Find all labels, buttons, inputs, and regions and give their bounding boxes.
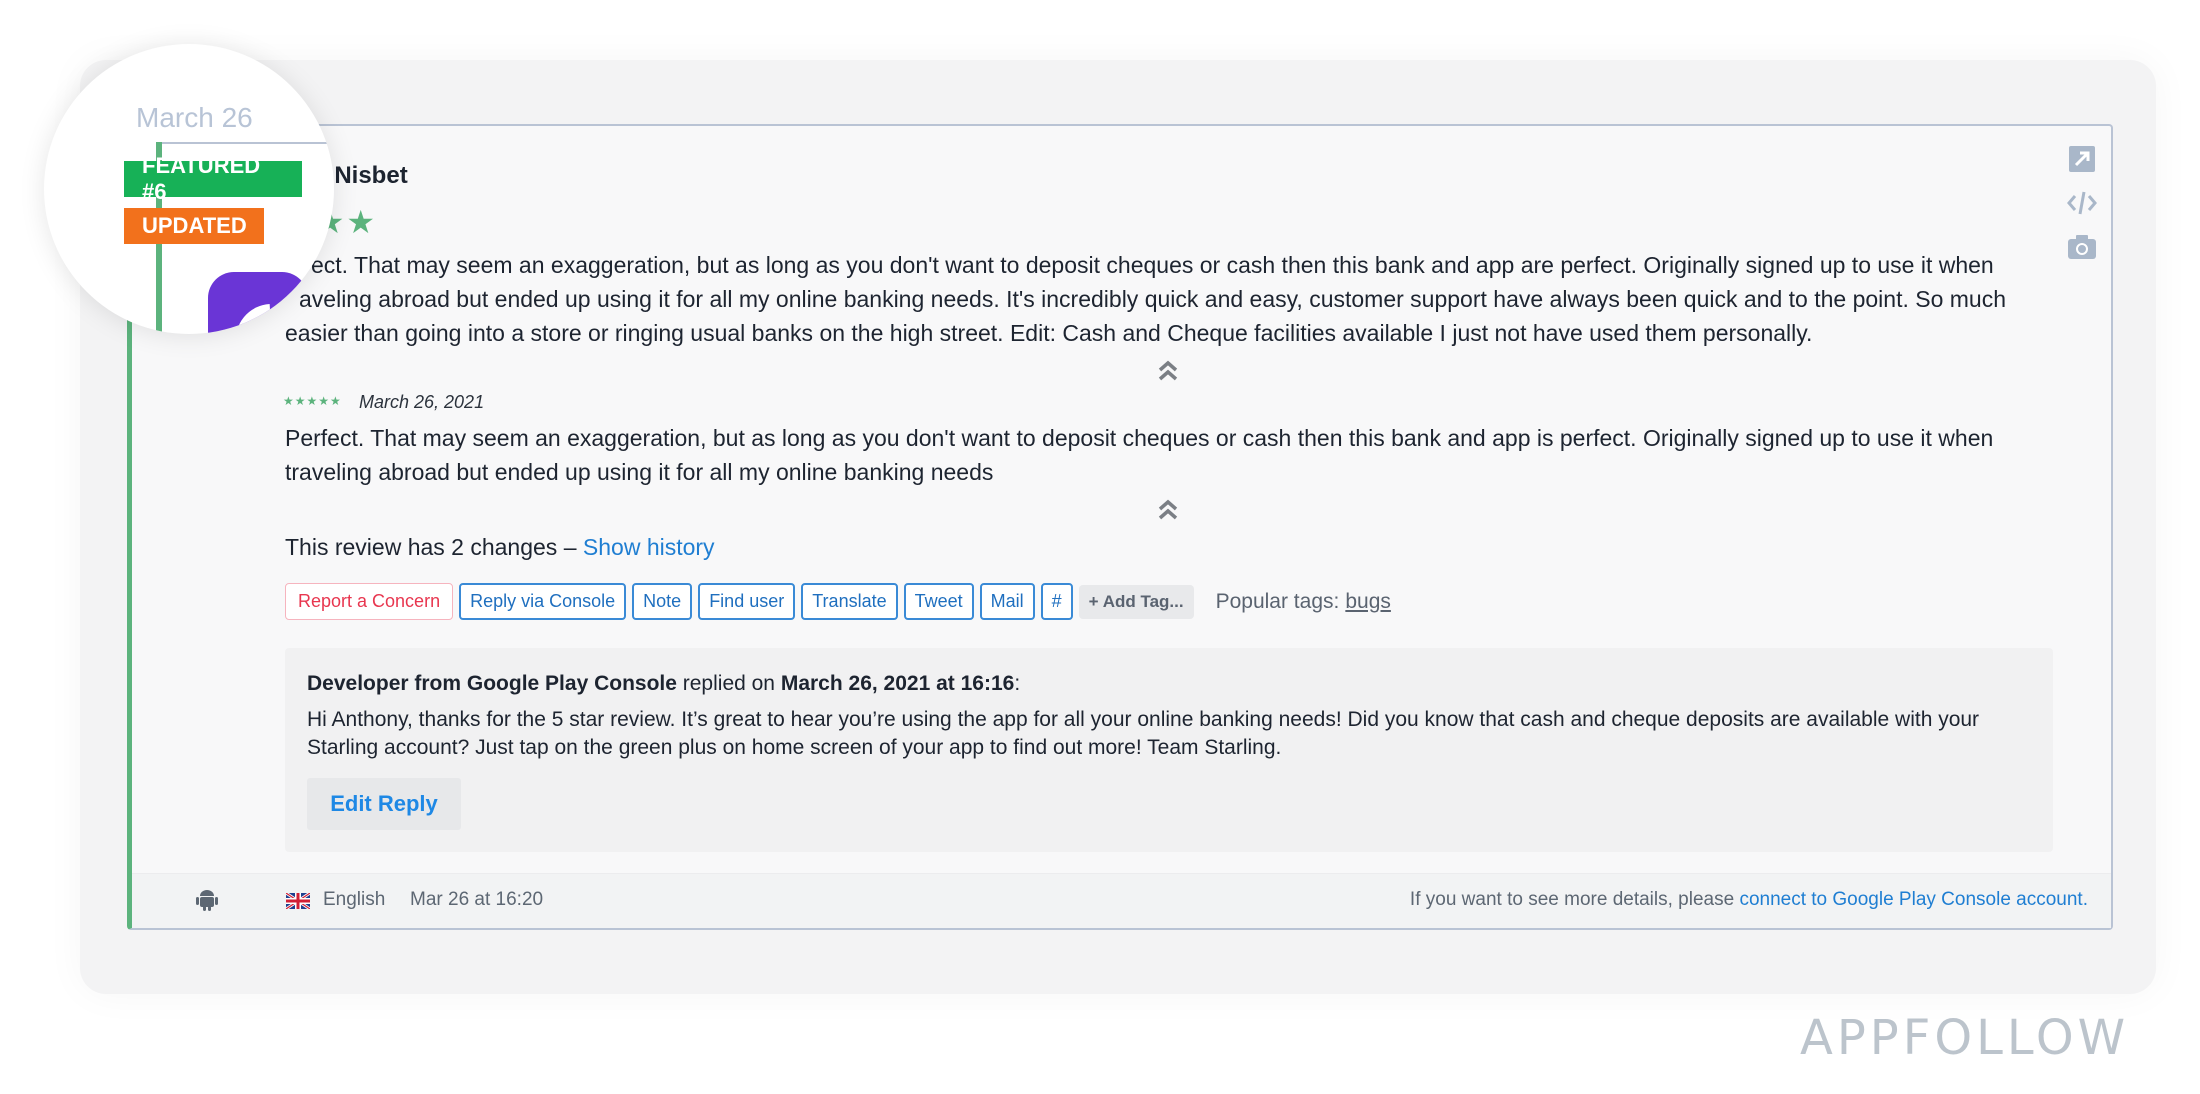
reply-author: Developer from Google Play Console: [307, 672, 677, 695]
timeline-line: [156, 142, 334, 144]
review-text-line: easier than going into a store or ringin…: [285, 320, 1813, 346]
note-button[interactable]: Note: [632, 583, 693, 620]
popular-tags-label: Popular tags:: [1215, 589, 1340, 613]
reply-date: March 26, 2021 at 16:16: [780, 672, 1015, 695]
add-tag-button[interactable]: + Add Tag...: [1078, 584, 1194, 619]
review-language: English: [323, 889, 386, 910]
appfollow-logo: APPFOLLOW: [1800, 1010, 2130, 1066]
review-text-line: ect. That may seem an exaggeration, but …: [311, 252, 1994, 278]
reply-verb: replied on: [676, 672, 781, 695]
show-history-link[interactable]: Show history: [583, 534, 715, 560]
popular-tag-bugs[interactable]: bugs: [1345, 590, 1391, 613]
reply-via-console-button[interactable]: Reply via Console: [459, 583, 627, 620]
history-date: March 26, 2021: [359, 392, 485, 412]
collapse-chevron-icon[interactable]: [1156, 497, 1180, 523]
developer-reply: Developer from Google Play Console repli…: [285, 648, 2053, 852]
history-review-text: Perfect. That may seem an exaggeration, …: [285, 425, 1994, 485]
popular-tags: Popular tags: bugs: [1216, 590, 1391, 614]
uk-flag-icon: [285, 891, 311, 914]
history-rating-stars: ★★★★★: [283, 394, 342, 408]
changes-text: This review has 2 changes –: [285, 534, 583, 560]
details-text: If you want to see more details, please: [1409, 889, 1740, 910]
card-side-icons: [2066, 143, 2098, 275]
reply-body: Hi Anthony, thanks for the 5 star review…: [307, 708, 1980, 759]
app-icon: [208, 272, 308, 334]
review-changes: This review has 2 changes – Show history: [285, 534, 715, 561]
connect-console-link[interactable]: connect to Google Play Console account.: [1739, 889, 2088, 910]
find-user-button[interactable]: Find user: [698, 583, 796, 620]
featured-badge: FEATURED #6: [124, 153, 302, 204]
embed-code-icon[interactable]: [2066, 187, 2098, 219]
updated-badge: UPDATED: [124, 208, 264, 244]
collapse-chevron-icon[interactable]: [1156, 358, 1180, 384]
action-bar: Report a Concern Reply via Console Note …: [285, 583, 1391, 620]
timeline-date: March 26: [136, 102, 253, 133]
open-external-icon[interactable]: [2066, 143, 2098, 175]
screenshot-camera-icon[interactable]: [2066, 231, 2098, 263]
magnifier-callout: March 26 FEATURED #6 UPDATED: [44, 44, 334, 334]
report-concern-button[interactable]: Report a Concern: [285, 583, 454, 620]
details-notice: If you want to see more details, please …: [1410, 889, 2088, 911]
review-text: ect. That may seem an exaggeration, but …: [285, 248, 2045, 350]
review-text-line: aveling abroad but ended up using it for…: [299, 286, 2006, 312]
hashtag-button[interactable]: #: [1040, 583, 1073, 620]
review-timestamp: Mar 26 at 16:20: [410, 889, 544, 910]
translate-button[interactable]: Translate: [801, 583, 898, 620]
tweet-button[interactable]: Tweet: [903, 583, 974, 620]
edit-reply-button[interactable]: Edit Reply: [307, 778, 461, 830]
android-icon: [196, 888, 218, 917]
reply-colon: :: [1014, 672, 1021, 695]
mail-button[interactable]: Mail: [979, 583, 1035, 620]
reply-header: Developer from Google Play Console repli…: [307, 672, 1020, 696]
